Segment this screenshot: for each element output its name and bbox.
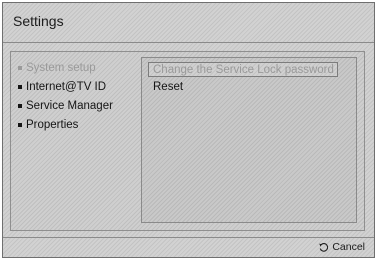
submenu-panel: Change the Service Lock password Reset (141, 57, 357, 223)
bullet-icon (18, 103, 22, 108)
settings-panel: System setup Internet@TV ID Service Mana… (10, 51, 365, 231)
menu-item-label: Properties (26, 118, 79, 131)
bottom-bar: Cancel (3, 237, 374, 257)
menu-list: System setup Internet@TV ID Service Mana… (18, 58, 113, 134)
submenu-item-label: Reset (153, 81, 184, 93)
change-service-lock-password-option[interactable]: Change the Service Lock password (148, 62, 338, 77)
bullet-icon (18, 65, 22, 70)
settings-screen: Settings System setup Internet@TV ID Ser… (2, 2, 375, 258)
reset-option[interactable]: Reset (153, 81, 183, 93)
menu-item-internet-tv-id[interactable]: Internet@TV ID (18, 77, 113, 96)
menu-item-label: System setup (26, 61, 96, 74)
bullet-icon (18, 84, 22, 89)
page-title: Settings (13, 13, 64, 29)
menu-item-label: Internet@TV ID (26, 80, 107, 93)
bullet-icon (18, 122, 22, 127)
cancel-label: Cancel (332, 241, 365, 253)
menu-item-label: Service Manager (26, 99, 113, 112)
menu-item-system-setup[interactable]: System setup (18, 58, 113, 77)
menu-item-properties[interactable]: Properties (18, 115, 113, 134)
title-bar: Settings (3, 3, 374, 43)
submenu-item-label: Change the Service Lock password (153, 64, 334, 76)
menu-item-service-manager[interactable]: Service Manager (18, 96, 113, 115)
cancel-button[interactable]: Cancel (318, 241, 365, 253)
return-icon (318, 242, 329, 253)
